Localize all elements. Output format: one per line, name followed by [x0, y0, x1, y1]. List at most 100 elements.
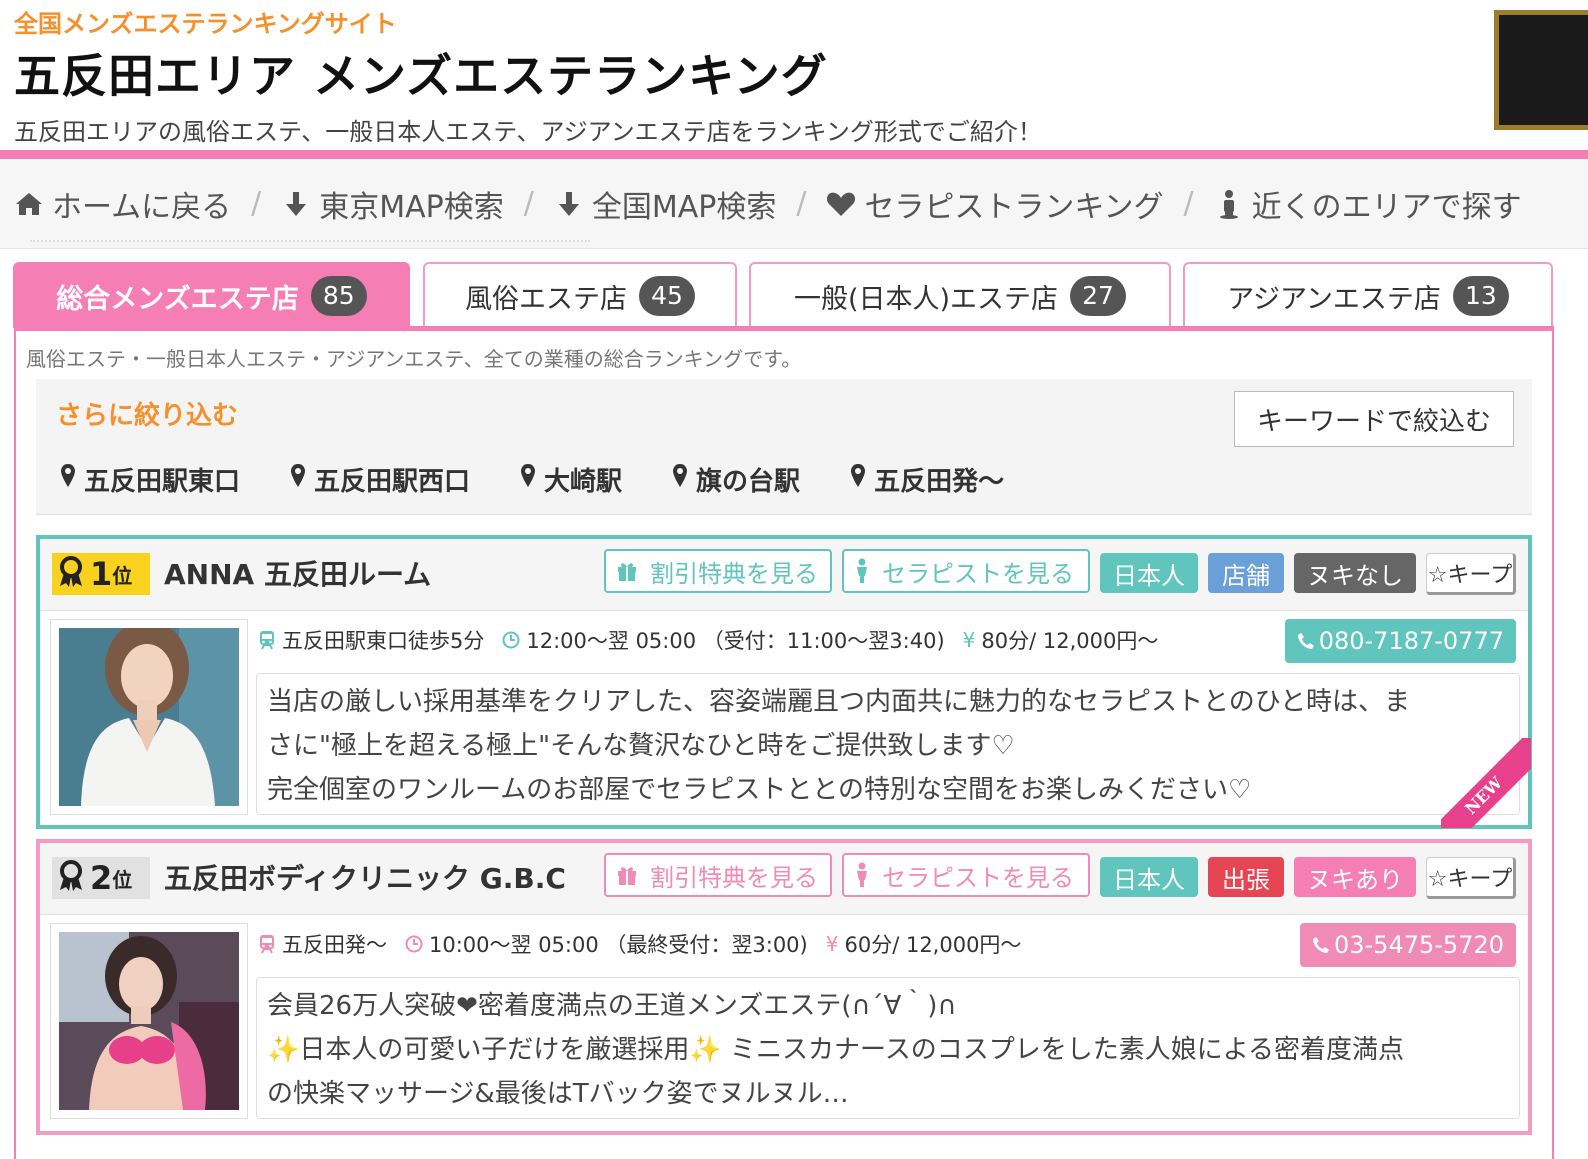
price-text: 80分/ 12,000円～ [981, 629, 1159, 653]
access-info: 五反田駅東口徒歩5分 [258, 625, 484, 655]
access-text: 五反田駅東口徒歩5分 [282, 629, 485, 653]
sparkle-icon: ✨ [267, 1035, 300, 1065]
price-info: ¥ 80分/ 12,000円～ [963, 625, 1159, 655]
shop-name[interactable]: ANNA 五反田ルーム [164, 553, 431, 593]
therapist-button[interactable]: セラピストを見る [842, 549, 1090, 593]
tab-all-esthe[interactable]: 総合メンズエステ店 85 [13, 262, 410, 328]
tab-label: アジアンエステ店 [1227, 283, 1441, 315]
gift-icon [616, 560, 638, 582]
tab-asian-esthe[interactable]: アジアンエステ店 13 [1183, 262, 1553, 328]
tab-japanese-esthe[interactable]: 一般(日本人)エステ店 27 [749, 262, 1171, 328]
shop-card: 1 位 ANNA 五反田ルーム 割引特典を見る セラピストを見る 日本人 店舗 … [36, 535, 1532, 829]
description-line: さに"極上を超える極上"そんな贅沢なひと時をご提供致します♡ [267, 731, 1015, 761]
area-link[interactable]: 大崎駅 [520, 461, 622, 498]
phone-number: 03-5475-5720 [1333, 931, 1504, 959]
shop-info-line: 五反田駅東口徒歩5分 12:00～翌 05:00 （受付：11:00～翌3:40… [258, 625, 1176, 655]
banner-image[interactable] [1494, 10, 1588, 130]
rank-number: 2 [90, 859, 113, 897]
area-filter-list: 五反田駅東口 五反田駅西口 大崎駅 旗の台駅 五反田発～ [60, 461, 1054, 498]
access-text: 五反田発～ [282, 933, 387, 957]
badge-japanese: 日本人 [1100, 857, 1198, 897]
hours-info: 10:00～翌 05:00 （最終受付：翌3:00) [405, 929, 808, 959]
area-link[interactable]: 旗の台駅 [672, 461, 800, 498]
map-pin-icon [850, 463, 866, 496]
divider [30, 240, 590, 248]
shop-card-header: 2 位 五反田ボディクリニック G.B.C 割引特典を見る セラピストを見る 日… [40, 843, 1528, 915]
shop-description: 当店の厳しい採用基準をクリアした、容姿端麗且つ内面共に魅力的なセラピストとのひと… [256, 673, 1520, 815]
shop-thumbnail[interactable] [50, 923, 248, 1119]
filter-box: さらに絞り込む キーワードで絞込む 五反田駅東口 五反田駅西口 大崎駅 旗の台駅… [36, 379, 1532, 515]
area-label: 五反田発～ [874, 467, 1005, 497]
map-pin-icon [672, 463, 688, 496]
tab-label: 一般(日本人)エステ店 [793, 283, 1059, 315]
map-pin-icon [60, 463, 76, 496]
nav-tokyo-map-label: 東京MAP検索 [319, 189, 504, 225]
nav-separator: / [251, 186, 262, 221]
badge-japanese: 日本人 [1100, 553, 1198, 593]
badge-delivery: 出張 [1208, 857, 1284, 897]
clock-icon [502, 631, 520, 649]
nav-national-map[interactable]: 全国MAP検索 [554, 182, 777, 226]
tab-count-badge: 13 [1452, 276, 1509, 316]
page-lead: 五反田エリアの風俗エステ、一般日本人エステ、アジアンエステ店をランキング形式でご… [14, 118, 1042, 146]
nav-national-map-label: 全国MAP検索 [591, 189, 777, 225]
shop-description: 会員26万人突破❤密着度満点の王道メンズエステ(∩´∀｀)∩ ✨日本人の可愛い子… [256, 977, 1520, 1119]
keep-button[interactable]: ☆キープ [1426, 553, 1516, 595]
tab-count-badge: 85 [310, 276, 367, 316]
shop-photo [59, 620, 239, 806]
badge-service: ヌキなし [1294, 553, 1416, 593]
yen-icon: ¥ [962, 628, 976, 652]
shop-info-line: 五反田発～ 10:00～翌 05:00 （最終受付：翌3:00) ¥ 60分/ … [258, 929, 1039, 959]
tab-count-badge: 45 [639, 276, 695, 316]
shop-thumbnail[interactable] [50, 619, 248, 815]
badge-store: 店舗 [1208, 553, 1284, 593]
category-tabs: 総合メンズエステ店 85 風俗エステ店 45 一般(日本人)エステ店 27 アジ… [13, 262, 1553, 328]
phone-button[interactable]: 080-7187-0777 [1284, 619, 1516, 663]
new-ribbon: NEW [1441, 738, 1531, 828]
home-icon [14, 189, 44, 219]
keyword-filter-button[interactable]: キーワードで絞込む [1234, 391, 1514, 447]
clock-icon [405, 935, 423, 953]
phone-button[interactable]: 03-5475-5720 [1299, 923, 1516, 967]
nav-home[interactable]: ホームに戻る [14, 182, 231, 226]
price-text: 60分/ 12,000円～ [844, 933, 1022, 957]
description-text: ミニスカナースのコスプレをした素人娘による密着度満点 [730, 1035, 1404, 1065]
hours-text: 12:00～翌 05:00 （受付：11:00～翌3:40) [526, 629, 945, 653]
rank-suffix: 位 [112, 563, 133, 588]
area-label: 五反田駅西口 [314, 467, 471, 497]
train-icon [258, 630, 276, 650]
nav-therapist-ranking-label: セラピストランキング [864, 189, 1164, 225]
area-link[interactable]: 五反田駅西口 [290, 461, 470, 498]
tab-label: 風俗エステ店 [465, 283, 627, 315]
nav-separator: / [1183, 186, 1194, 221]
site-label: 全国メンズエステランキングサイト [14, 10, 397, 38]
discount-button[interactable]: 割引特典を見る [604, 549, 832, 593]
ribbon-award-icon [58, 556, 84, 592]
description-line: 完全個室のワンルームのお部屋でセラピストととの特別な空間をお楽しみください♡ [267, 775, 1252, 805]
main-nav: ホームに戻る / 東京MAP検索 / 全国MAP検索 / セラピストランキング … [0, 159, 1588, 249]
gift-icon [616, 864, 638, 886]
nav-home-label: ホームに戻る [52, 189, 232, 225]
ranking-panel: 風俗エステ・一般日本人エステ・アジアンエステ、全ての業種の総合ランキングです。 … [14, 326, 1554, 1159]
shop-name[interactable]: 五反田ボディクリニック G.B.C [164, 857, 566, 897]
phone-icon [1312, 936, 1330, 954]
person-icon [854, 558, 870, 584]
nav-therapist-ranking[interactable]: セラピストランキング [826, 182, 1164, 226]
heart-icon [826, 189, 856, 219]
tab-fuzoku-esthe[interactable]: 風俗エステ店 45 [423, 262, 737, 328]
page-title: 五反田エリア メンズエステランキング [14, 49, 828, 103]
area-link[interactable]: 五反田発～ [850, 461, 1004, 498]
badge-service: ヌキあり [1294, 857, 1416, 897]
rank-badge: 1 位 [52, 553, 150, 595]
nav-tokyo-map[interactable]: 東京MAP検索 [281, 182, 504, 226]
nav-nearby[interactable]: 近くのエリアで探す [1214, 182, 1522, 226]
shop-photo [59, 932, 239, 1110]
map-pin-icon [520, 463, 536, 496]
hours-info: 12:00～翌 05:00 （受付：11:00～翌3:40) [502, 625, 945, 655]
therapist-button[interactable]: セラピストを見る [842, 853, 1090, 897]
discount-button[interactable]: 割引特典を見る [604, 853, 832, 897]
area-link[interactable]: 五反田駅東口 [60, 461, 240, 498]
description-line: 会員26万人突破❤密着度満点の王道メンズエステ(∩´∀｀)∩ [267, 991, 957, 1021]
keep-button[interactable]: ☆キープ [1426, 857, 1516, 899]
person-icon [854, 862, 870, 888]
